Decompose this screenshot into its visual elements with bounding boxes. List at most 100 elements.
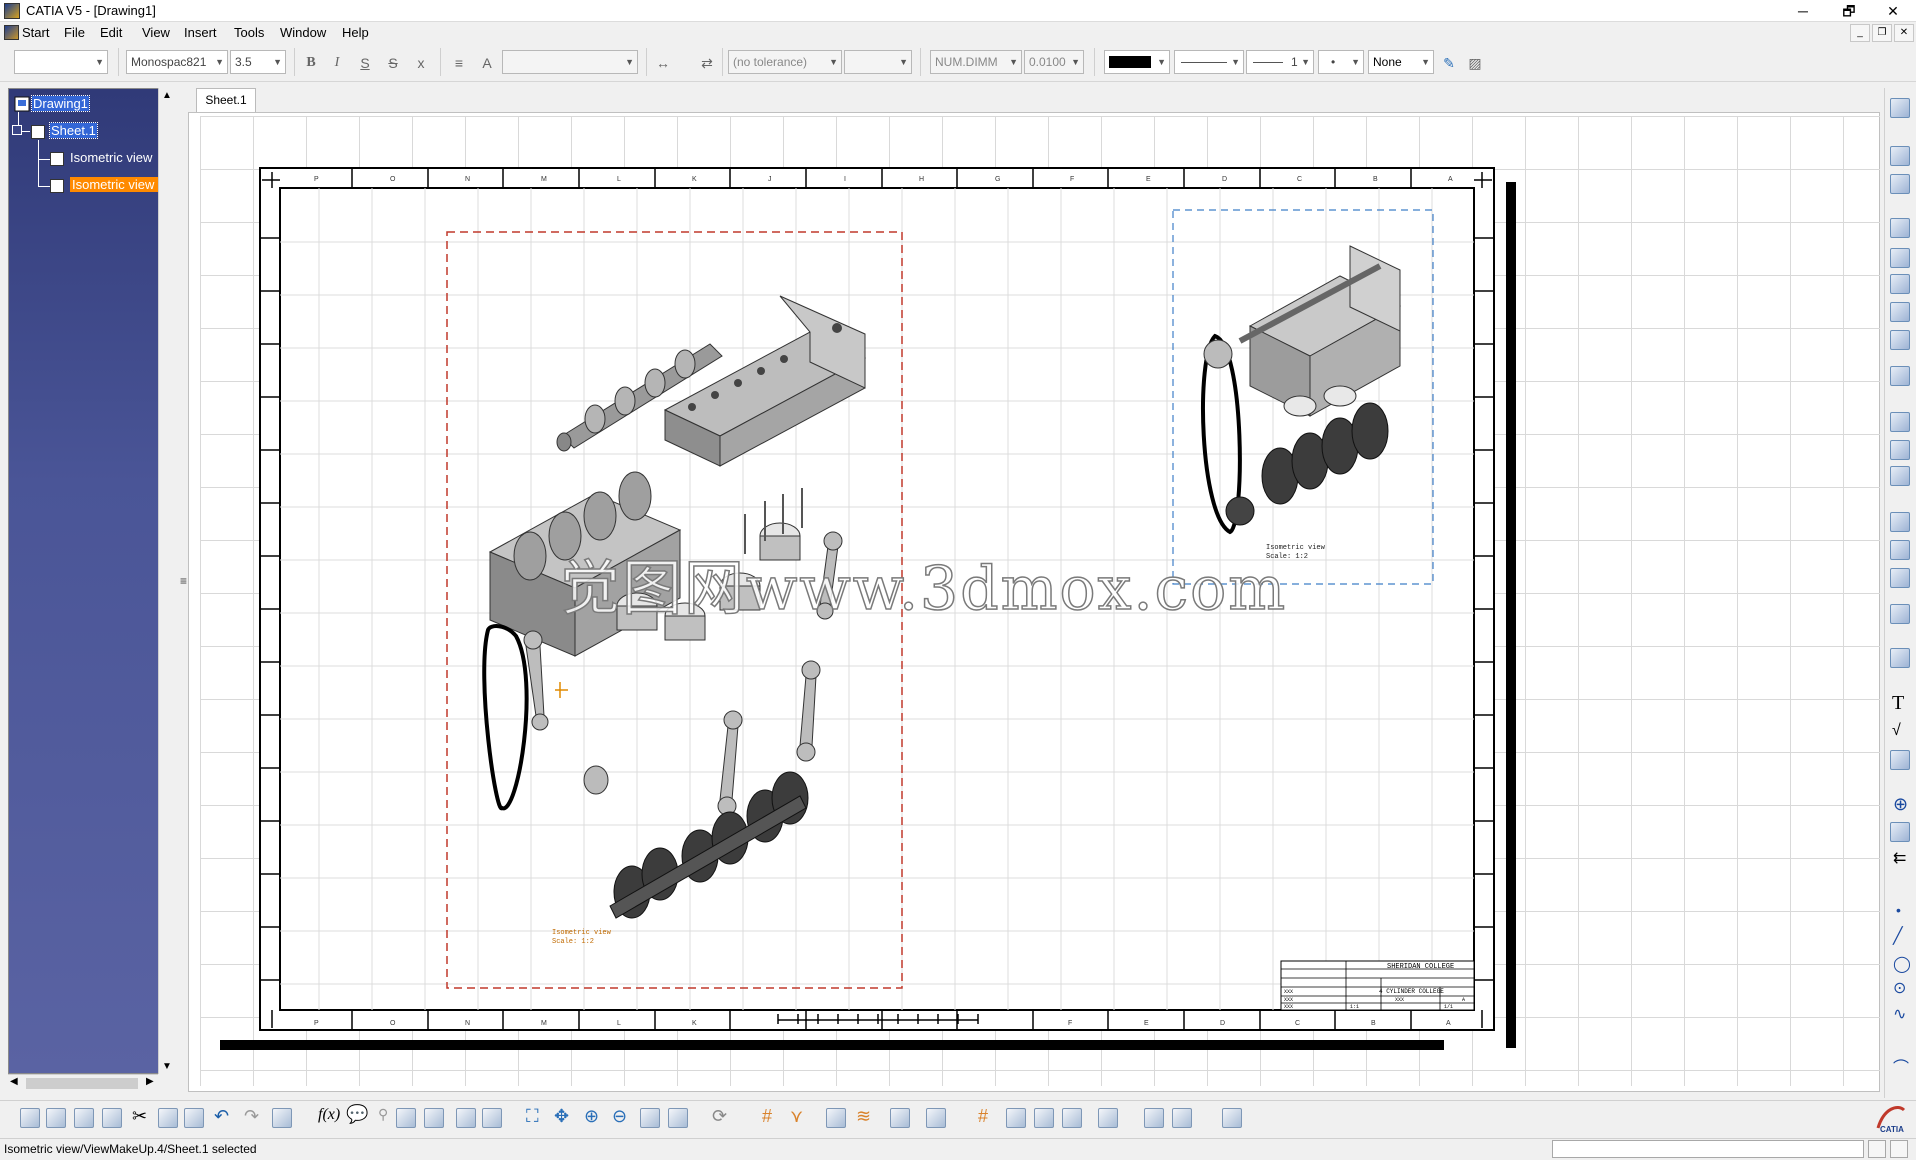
menu-file[interactable]: File: [64, 25, 85, 40]
sketch-icon[interactable]: [1034, 1108, 1054, 1128]
tree-item-sheet[interactable]: Sheet.1: [49, 122, 98, 139]
arrow-icon[interactable]: ⇇: [1893, 848, 1906, 868]
command-input[interactable]: [1552, 1140, 1864, 1158]
dimension-line-icon[interactable]: ↔: [652, 52, 674, 74]
tree-horizontal-scrollbar[interactable]: ◀ ▶: [8, 1074, 158, 1092]
filter-icon[interactable]: [890, 1108, 910, 1128]
generate-icon[interactable]: [1098, 1108, 1118, 1128]
spline-icon[interactable]: ∿: [1893, 1004, 1906, 1024]
open-icon[interactable]: [46, 1108, 66, 1128]
frame-icon[interactable]: [1890, 412, 1910, 432]
strikethrough-button[interactable]: S: [382, 52, 404, 74]
command-options-icon[interactable]: [1890, 1140, 1908, 1158]
paste-icon[interactable]: [184, 1108, 204, 1128]
view-generation-icon[interactable]: [482, 1108, 502, 1128]
numerical-display-combo[interactable]: NUM.DIMM ▼: [930, 50, 1022, 74]
copy-icon[interactable]: [158, 1108, 178, 1128]
roughness-icon[interactable]: √: [1892, 722, 1901, 740]
balloon-icon[interactable]: [1890, 648, 1910, 668]
text-tool-icon[interactable]: T: [1892, 692, 1904, 715]
align-left-icon[interactable]: ≡: [448, 52, 470, 74]
tree-vertical-scrollbar[interactable]: ▲ ▼: [158, 88, 178, 1074]
dimension-system-icon[interactable]: ≋: [856, 1106, 871, 1127]
menu-start[interactable]: Start: [22, 25, 49, 40]
catia-app-icon[interactable]: [4, 3, 20, 19]
tab-sheet-1[interactable]: Sheet.1: [196, 88, 256, 112]
menu-insert[interactable]: Insert: [184, 25, 217, 40]
zoom-out-icon[interactable]: ⊖: [612, 1106, 627, 1127]
constraint-icon[interactable]: [1890, 466, 1910, 486]
redo-icon[interactable]: ↷: [244, 1106, 259, 1127]
dimension-chain-icon[interactable]: [1890, 540, 1910, 560]
menu-edit[interactable]: Edit: [100, 25, 122, 40]
mdi-close-button[interactable]: ✕: [1894, 24, 1914, 42]
circle-icon[interactable]: ◯: [1893, 954, 1911, 974]
pattern-combo[interactable]: None ▼: [1368, 50, 1434, 74]
underline-button[interactable]: S: [354, 52, 376, 74]
measure-icon[interactable]: [1144, 1108, 1164, 1128]
scroll-up-icon[interactable]: ▲: [162, 90, 172, 101]
line-icon[interactable]: ╱: [1893, 926, 1903, 946]
scroll-thumb[interactable]: [26, 1078, 138, 1089]
specification-tree[interactable]: [8, 88, 178, 1074]
part-icon[interactable]: [1222, 1108, 1242, 1128]
tools-palette-icon[interactable]: [1062, 1108, 1082, 1128]
grid-display-icon[interactable]: #: [978, 1106, 988, 1127]
color-combo[interactable]: ▼: [1104, 50, 1170, 74]
measure-item-icon[interactable]: [1172, 1108, 1192, 1128]
wizard-icon[interactable]: [1890, 366, 1910, 386]
compass-icon[interactable]: [1890, 98, 1910, 118]
zoom-area-icon[interactable]: [640, 1108, 660, 1128]
close-button[interactable]: ✕: [1870, 0, 1916, 22]
italic-button[interactable]: I: [326, 52, 348, 74]
table-edit-icon[interactable]: [396, 1108, 416, 1128]
tolerance-combo[interactable]: (no tolerance) ▼: [728, 50, 842, 74]
mdi-minimize-button[interactable]: _: [1850, 24, 1870, 42]
select-icon[interactable]: [1890, 146, 1910, 166]
painter-icon[interactable]: ✎: [1438, 52, 1460, 74]
broken-view-icon[interactable]: [1890, 330, 1910, 350]
update-icon[interactable]: ⟳: [712, 1106, 727, 1127]
linetype-combo[interactable]: ▼: [1174, 50, 1244, 74]
anchor-point-icon[interactable]: A: [476, 52, 498, 74]
formula-icon[interactable]: f(x): [318, 1106, 340, 1124]
curve-icon[interactable]: ⌒: [1893, 1054, 1909, 1078]
cut-icon[interactable]: ✂: [132, 1106, 147, 1127]
text-icon[interactable]: [1890, 604, 1910, 624]
snap-icon[interactable]: ⋎: [790, 1106, 803, 1127]
detail-icon[interactable]: [1890, 274, 1910, 294]
font-size-combo[interactable]: 3.5 ▼: [230, 50, 286, 74]
menu-view[interactable]: View: [142, 25, 170, 40]
tree-item-view-1[interactable]: Isometric view: [70, 150, 152, 165]
precision-combo[interactable]: 0.0100 ▼: [1024, 50, 1084, 74]
point-icon[interactable]: •: [1896, 902, 1901, 918]
tolerance-value-combo[interactable]: ▼: [844, 50, 912, 74]
fit-all-icon[interactable]: ⛶: [526, 1106, 539, 1127]
ellipse-icon[interactable]: ⊙: [1893, 978, 1906, 998]
scroll-right-icon[interactable]: ▶: [146, 1076, 154, 1087]
tree-item-drawing[interactable]: Drawing1: [31, 95, 90, 112]
clipping-icon[interactable]: [1890, 302, 1910, 322]
mdi-restore-button[interactable]: ❐: [1872, 24, 1892, 42]
normal-view-icon[interactable]: [668, 1108, 688, 1128]
start-menu-icon[interactable]: [4, 25, 19, 40]
bold-button[interactable]: B: [300, 52, 322, 74]
pan-icon[interactable]: ✥: [554, 1106, 569, 1127]
menu-window[interactable]: Window: [280, 25, 326, 40]
macro-icon[interactable]: [456, 1108, 476, 1128]
scroll-down-icon[interactable]: ▼: [162, 1061, 172, 1072]
view-icon[interactable]: [50, 179, 64, 193]
thread-icon[interactable]: [1890, 822, 1910, 842]
grid-icon[interactable]: #: [762, 1106, 772, 1127]
cgr-icon[interactable]: [1006, 1108, 1026, 1128]
view-icon[interactable]: [1890, 218, 1910, 238]
style-combo[interactable]: ▼: [14, 50, 108, 74]
new-icon[interactable]: [20, 1108, 40, 1128]
hatch-pattern-icon[interactable]: ▨: [1464, 52, 1486, 74]
save-icon[interactable]: [74, 1108, 94, 1128]
command-history-icon[interactable]: [1868, 1140, 1886, 1158]
catalog-icon[interactable]: [424, 1108, 444, 1128]
table-icon[interactable]: [1890, 750, 1910, 770]
section-icon[interactable]: [1890, 248, 1910, 268]
collapse-toggle-icon[interactable]: [12, 125, 22, 135]
